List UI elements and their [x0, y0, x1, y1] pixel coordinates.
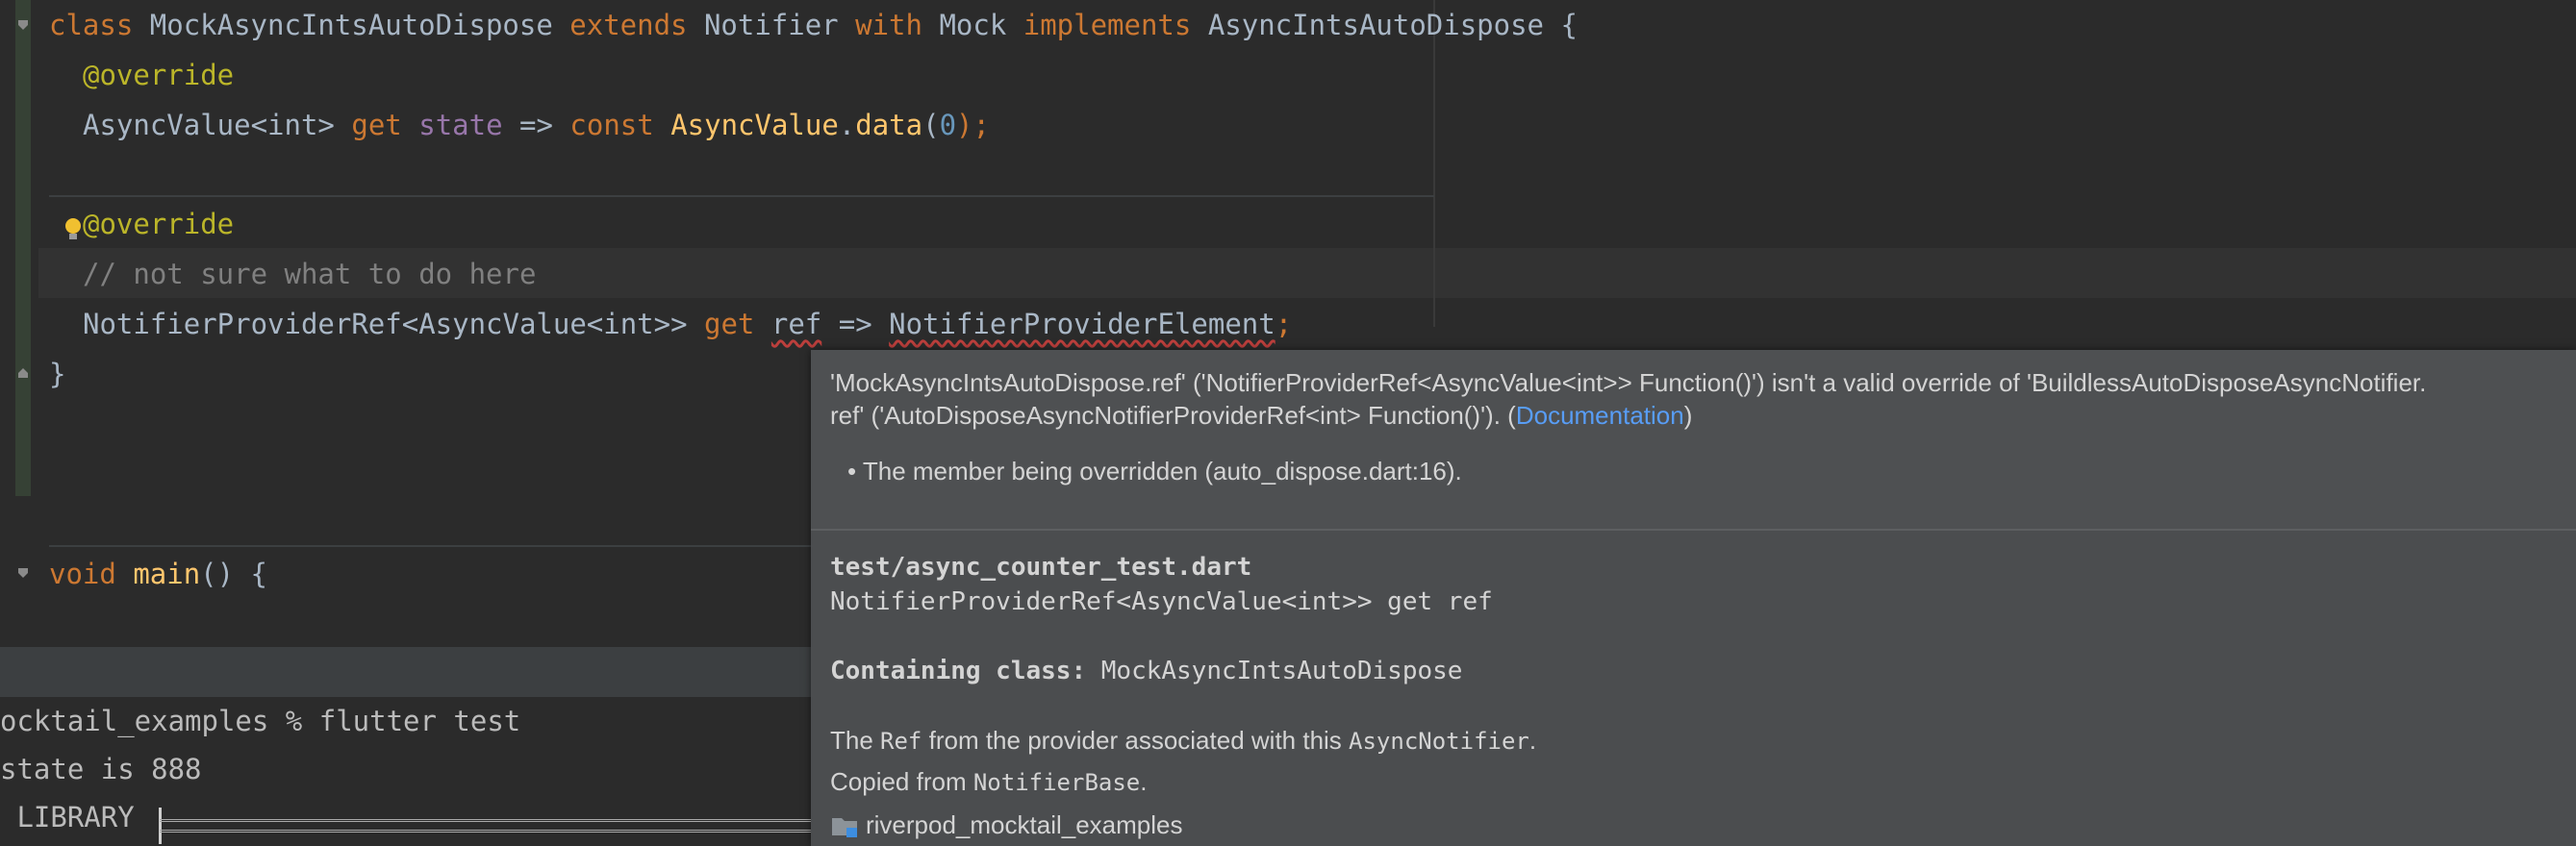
method-separator — [49, 545, 819, 547]
fold-icon[interactable] — [17, 367, 29, 379]
terminal-box-rule — [160, 819, 814, 833]
type-name: Notifier — [703, 9, 839, 41]
brace: { — [1560, 9, 1578, 41]
type-name: AsyncValue<int> — [83, 109, 335, 141]
function-name: main — [133, 558, 201, 590]
error-text: ) — [1683, 401, 1693, 430]
containing-label: Containing class: — [830, 657, 1087, 685]
class-ref: AsyncValue — [670, 109, 839, 141]
desc-code: Ref — [880, 728, 922, 755]
desc-text: Copied from — [830, 767, 973, 796]
desc-text: The — [830, 726, 881, 755]
desc-text: . — [1528, 726, 1537, 755]
keyword: get — [704, 308, 755, 340]
error-message-cont: ref' ('AutoDisposeAsyncNotifierProviderR… — [830, 399, 1692, 432]
code-line-6[interactable]: NotifierProviderRef<AsyncValue<int>> get… — [83, 299, 1292, 349]
containing-value: MockAsyncIntsAutoDispose — [1086, 657, 1463, 685]
overridden-member-note: • The member being overridden (auto_disp… — [847, 457, 1462, 485]
semicolon: ; — [1275, 308, 1293, 340]
code-line-2[interactable]: @override — [83, 50, 234, 100]
keyword: extends — [569, 9, 688, 41]
method-separator — [49, 195, 1434, 197]
error-message: 'MockAsyncIntsAutoDispose.ref' ('Notifie… — [830, 368, 2427, 397]
dot: . — [838, 109, 856, 141]
fold-icon[interactable] — [17, 19, 29, 31]
keyword: with — [855, 9, 922, 41]
containing-class: Containing class: MockAsyncIntsAutoDispo… — [830, 654, 1462, 688]
desc-text: from the provider associated with this — [922, 726, 1350, 755]
property-name: state — [418, 109, 503, 141]
folder-icon — [830, 812, 859, 839]
keyword: const — [569, 109, 654, 141]
keyword: class — [49, 9, 134, 41]
params: () { — [200, 558, 267, 590]
code-line-5[interactable]: // not sure what to do here — [83, 249, 536, 299]
desc-code: NotifierBase — [972, 769, 1141, 796]
code-line-8[interactable]: void main() { — [49, 549, 267, 599]
error-property-name: ref — [770, 308, 822, 340]
paren: ( — [922, 109, 940, 141]
paren: ); — [956, 109, 990, 141]
method-name: data — [855, 109, 923, 141]
error-value: NotifierProviderElement — [889, 308, 1275, 340]
description: The Ref from the provider associated wit… — [830, 724, 1536, 758]
arrow: => — [838, 308, 872, 340]
signature: NotifierProviderRef<AsyncValue<int>> get… — [830, 587, 1493, 616]
terminal-line: LIBRARY — [0, 801, 152, 834]
documentation-link[interactable]: Documentation — [1516, 401, 1684, 430]
error-section: 'MockAsyncIntsAutoDispose.ref' ('Notifie… — [811, 350, 2576, 531]
comment: // not sure what to do here — [83, 258, 537, 290]
code-line-3[interactable]: AsyncValue<int> get state => const Async… — [83, 100, 990, 150]
number-literal: 0 — [939, 109, 957, 141]
error-tooltip-popup[interactable]: 'MockAsyncIntsAutoDispose.ref' ('Notifie… — [811, 350, 2576, 846]
package-name: riverpod_mocktail_examples — [866, 810, 1183, 839]
annotation: @override — [83, 59, 235, 91]
type-name: Mock — [939, 9, 1007, 41]
copied-from: Copied from NotifierBase. — [830, 765, 1147, 799]
class-name: MockAsyncIntsAutoDispose — [149, 9, 553, 41]
lightbulb-icon[interactable] — [63, 217, 83, 242]
keyword: void — [49, 558, 116, 590]
change-gutter-bar — [15, 0, 31, 496]
terminal-line: ocktail_examples % flutter test — [0, 705, 521, 737]
terminal-line: state is 888 — [0, 753, 202, 785]
annotation: @override — [83, 208, 235, 240]
type-name: AsyncIntsAutoDispose — [1207, 9, 1545, 41]
keyword: implements — [1023, 9, 1192, 41]
code-line-4[interactable]: @override — [83, 199, 234, 249]
arrow: => — [519, 109, 553, 141]
code-line-7[interactable]: } — [49, 349, 65, 399]
desc-code: AsyncNotifier — [1349, 728, 1529, 755]
file-path: test/async_counter_test.dart — [830, 553, 1252, 582]
fold-icon[interactable] — [17, 567, 29, 579]
brace: } — [49, 358, 66, 390]
error-text: ref' ('AutoDisposeAsyncNotifierProviderR… — [830, 401, 1516, 430]
code-line-1[interactable]: class MockAsyncIntsAutoDispose extends N… — [49, 0, 1578, 50]
keyword: get — [351, 109, 402, 141]
desc-text: . — [1140, 767, 1148, 796]
type-name: NotifierProviderRef<AsyncValue<int>> — [83, 308, 688, 340]
